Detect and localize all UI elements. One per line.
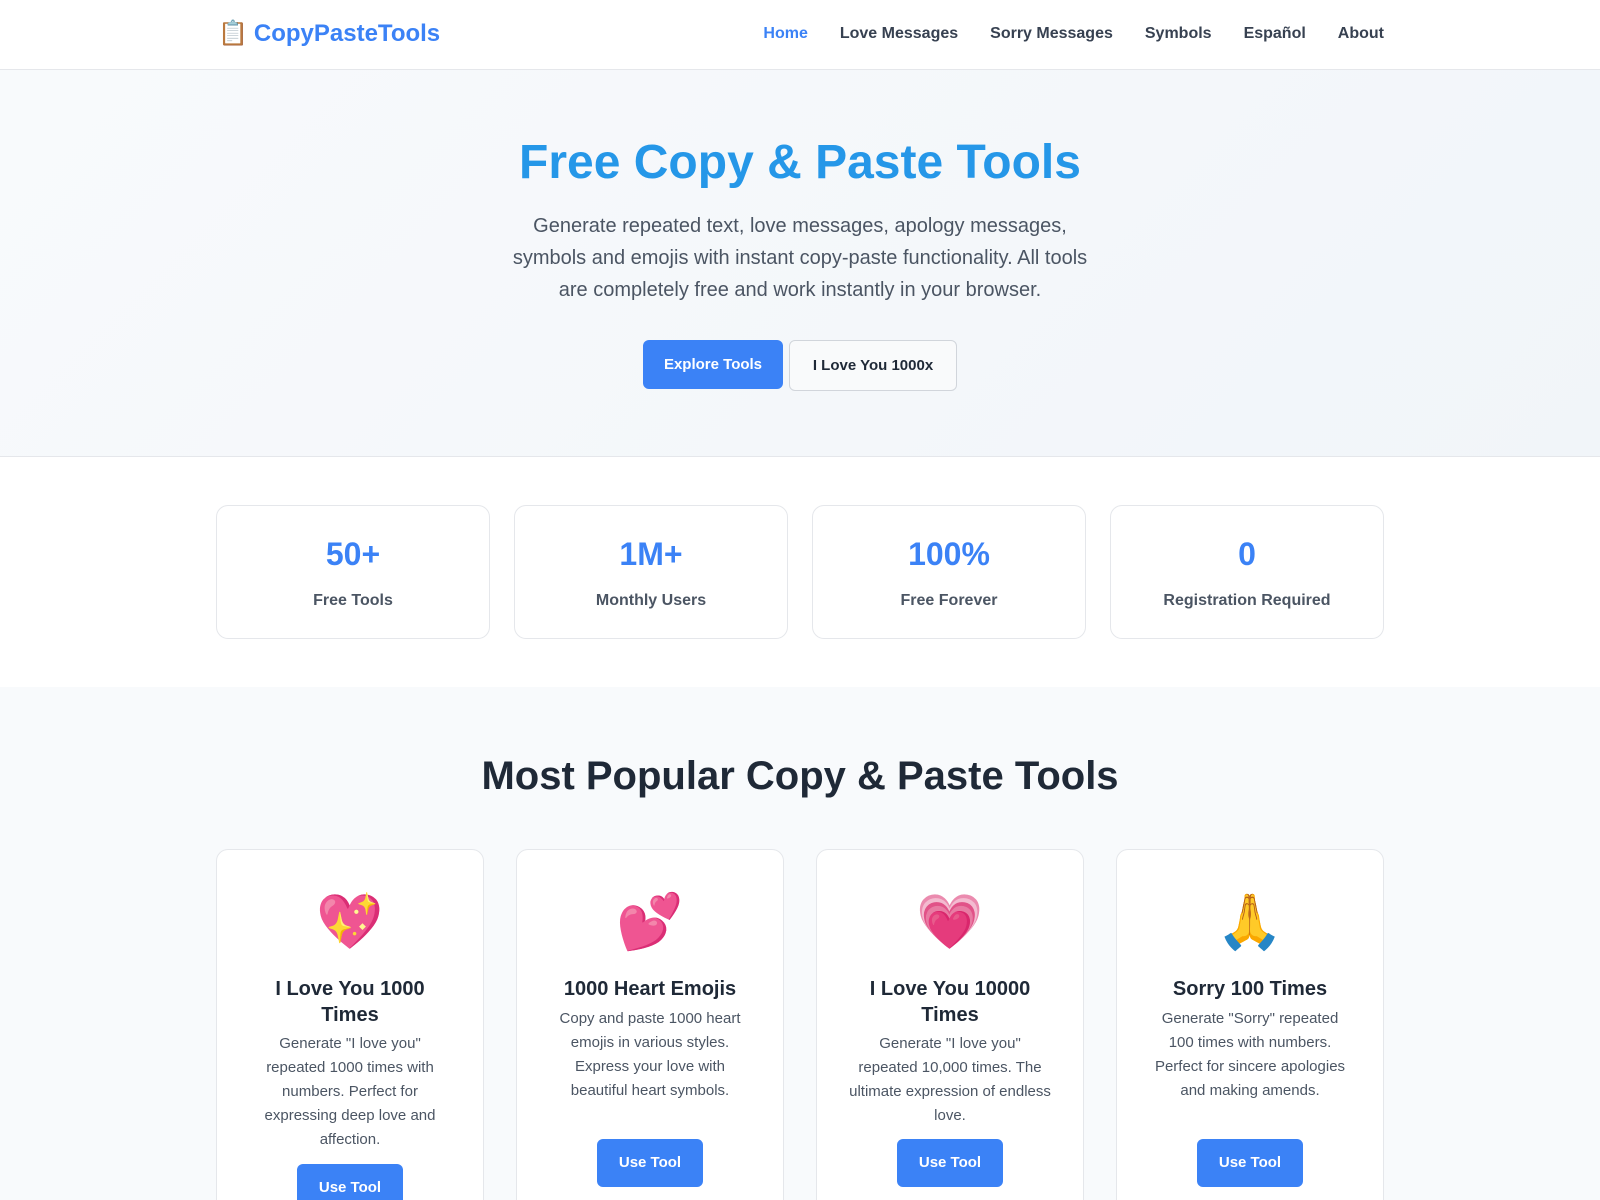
tool-name: Sorry 100 Times [1172, 978, 1328, 1000]
clipboard-icon: 📋 [218, 20, 248, 47]
use-tool-button[interactable]: Use Tool [897, 1139, 1003, 1187]
stat-card-registration: 0 Registration Required [1110, 505, 1384, 639]
tool-card-i-love-you-1000: 💖 I Love You 1000 Times Generate "I love… [216, 849, 484, 1200]
growing-heart-icon: 💗 [916, 892, 984, 952]
stats-section: 50+ Free Tools 1M+ Monthly Users 100% Fr… [0, 457, 1600, 687]
stat-label: Free Tools [313, 592, 393, 609]
popular-tools-section: Most Popular Copy & Paste Tools 💖 I Love… [0, 687, 1600, 1200]
nav-symbols[interactable]: Symbols [1145, 23, 1212, 45]
folded-hands-icon: 🙏 [1216, 892, 1284, 952]
explore-tools-button[interactable]: Explore Tools [643, 340, 783, 389]
stat-card-monthly-users: 1M+ Monthly Users [514, 505, 788, 639]
stat-card-free-tools: 50+ Free Tools [216, 505, 490, 639]
brand-logo[interactable]: 📋 CopyPasteTools [218, 18, 440, 50]
nav-about[interactable]: About [1338, 23, 1384, 45]
hero-buttons: Explore Tools I Love You 1000x [0, 340, 1600, 391]
stat-card-free-forever: 100% Free Forever [812, 505, 1086, 639]
stat-label: Monthly Users [595, 592, 707, 609]
section-title: Most Popular Copy & Paste Tools [481, 754, 1119, 798]
nav-home[interactable]: Home [763, 23, 807, 45]
tool-name: I Love You 1000 Times [275, 978, 425, 1026]
tool-description: Copy and paste 1000 heart emojis in vari… [559, 1010, 741, 1099]
tool-card-sorry-100: 🙏 Sorry 100 Times Generate "Sorry" repea… [1116, 849, 1384, 1200]
site-header: 📋 CopyPasteTools Home Love Messages Sorr… [0, 0, 1600, 70]
use-tool-button[interactable]: Use Tool [597, 1139, 703, 1187]
stat-value: 1M+ [619, 536, 683, 572]
stat-value: 0 [1238, 536, 1256, 572]
stat-label: Registration Required [1163, 592, 1331, 609]
nav-sorry-messages[interactable]: Sorry Messages [990, 23, 1113, 45]
two-hearts-icon: 💕 [616, 892, 684, 952]
tool-name: I Love You 10000 Times [869, 978, 1031, 1026]
stat-value: 100% [908, 536, 990, 572]
tool-card-i-love-you-10000: 💗 I Love You 10000 Times Generate "I lov… [816, 849, 1084, 1200]
tool-description: Generate "I love you" repeated 10,000 ti… [849, 1035, 1051, 1124]
tool-description: Generate "I love you" repeated 1000 time… [264, 1035, 436, 1148]
use-tool-button[interactable]: Use Tool [1197, 1139, 1303, 1187]
hero-description: Generate repeated text, love messages, a… [512, 215, 1088, 301]
tool-name: 1000 Heart Emojis [563, 978, 737, 1000]
brand-name: CopyPasteTools [253, 20, 441, 47]
hero-title: Free Copy & Paste Tools [519, 136, 1081, 189]
i-love-you-1000x-button[interactable]: I Love You 1000x [789, 340, 957, 391]
nav-espanol[interactable]: Español [1244, 23, 1306, 45]
nav-love-messages[interactable]: Love Messages [840, 23, 958, 45]
use-tool-button[interactable]: Use Tool [297, 1164, 403, 1200]
main-nav: Home Love Messages Sorry Messages Symbol… [763, 23, 1384, 45]
hero-section: Free Copy & Paste Tools Generate repeate… [0, 70, 1600, 457]
stat-label: Free Forever [900, 592, 998, 609]
tool-description: Generate "Sorry" repeated 100 times with… [1154, 1010, 1346, 1099]
sparkling-heart-icon: 💖 [316, 892, 384, 952]
stat-value: 50+ [325, 536, 381, 572]
tool-card-1000-heart-emojis: 💕 1000 Heart Emojis Copy and paste 1000 … [516, 849, 784, 1200]
